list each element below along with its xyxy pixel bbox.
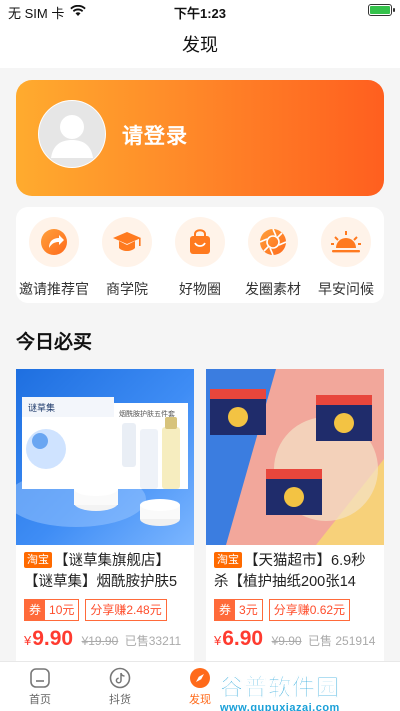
coupon-value: 10元 [49, 603, 75, 617]
feature-grid: 邀请推荐官 商学院 好物圈 发圈素材 早安问候 [16, 207, 384, 303]
feature-morning-greeting[interactable]: 早安问候 [308, 217, 384, 299]
original-price: ¥9.90 [271, 634, 302, 648]
price: ¥9.90 [24, 627, 73, 650]
tab-label: 抖货 [109, 694, 131, 706]
source-badge: 淘宝 [214, 552, 242, 568]
watermark-url: www.gupuxiazai.com [220, 702, 340, 711]
sold-count: 已售33211 [124, 634, 182, 648]
status-time: 下午1:23 [173, 6, 227, 21]
battery-icon [368, 4, 395, 16]
home-icon [30, 668, 50, 688]
feature-materials[interactable]: 发圈素材 [235, 217, 311, 299]
compass-icon [190, 668, 210, 688]
feature-label: 好物圈 [179, 281, 221, 297]
feature-invite[interactable]: 邀请推荐官 [16, 217, 92, 299]
price: ¥6.90 [214, 627, 263, 650]
coupon-badge[interactable]: 券 10元 [24, 599, 80, 621]
shopping-bag-icon [175, 217, 225, 267]
section-title: 今日必买 [16, 332, 93, 353]
coupon-label: 券 [215, 600, 236, 620]
feature-academy[interactable]: 商学院 [89, 217, 165, 299]
login-card[interactable]: 请登录 [16, 80, 384, 196]
product-card[interactable]: 谜草集 烟酰胺护肤五件套 淘宝 【谜草集旗舰店】【谜草集】烟酰胺护肤5 券 10元… [16, 369, 194, 669]
watermark: 谷普软件园 www.gupuxiazai.com [220, 668, 398, 711]
tab-label: 首页 [29, 694, 51, 706]
tab-home[interactable]: 首页 [0, 667, 80, 707]
price-value: 9.90 [32, 627, 74, 650]
feature-label: 发圈素材 [245, 281, 301, 297]
source-badge: 淘宝 [24, 552, 52, 568]
share-earn-badge[interactable]: 分享赚0.62元 [268, 599, 351, 621]
coupon-value: 3元 [239, 603, 258, 617]
login-prompt[interactable]: 请登录 [122, 120, 188, 150]
price-value: 6.90 [222, 627, 264, 650]
sunrise-icon [321, 217, 371, 267]
original-price: ¥19.90 [81, 634, 119, 648]
avatar[interactable] [38, 100, 106, 168]
sold-count: 已售 251914 [308, 634, 376, 648]
watermark-text: 谷普软件园 [220, 674, 340, 701]
tissue-pack-image [206, 369, 384, 545]
image-brand-text: 谜草集 [28, 402, 55, 414]
tab-label: 发现 [189, 694, 211, 706]
user-placeholder-icon [39, 101, 105, 167]
product-title[interactable]: 淘宝 【天猫超市】6.9秒杀【植护抽纸200张14 [214, 551, 376, 593]
feature-label: 早安问候 [318, 281, 374, 297]
coupon-label: 券 [25, 600, 46, 620]
feature-label: 邀请推荐官 [19, 281, 89, 297]
skincare-set-image: 谜草集 烟酰胺护肤五件套 [16, 397, 188, 527]
graduation-cap-icon [102, 217, 152, 267]
image-box-text: 烟酰胺护肤五件套 [119, 409, 175, 418]
tiktok-icon [109, 667, 131, 689]
battery-level [370, 6, 390, 14]
product-image[interactable] [206, 369, 384, 545]
coupon-badge[interactable]: 券 3元 [214, 599, 263, 621]
currency-symbol: ¥ [24, 633, 32, 648]
share-arrow-icon [29, 217, 79, 267]
feature-goods-circle[interactable]: 好物圈 [162, 217, 238, 299]
share-earn-badge[interactable]: 分享赚2.48元 [85, 599, 167, 621]
tab-douhuo[interactable]: 抖货 [80, 667, 160, 707]
feature-label: 商学院 [106, 281, 148, 297]
status-bar: 无 SIM 卡 下午1:23 [0, 0, 400, 22]
aperture-icon [248, 217, 298, 267]
page-title: 发现 [0, 22, 400, 68]
currency-symbol: ¥ [214, 633, 222, 648]
product-title[interactable]: 淘宝 【谜草集旗舰店】【谜草集】烟酰胺护肤5 [24, 551, 186, 593]
product-card[interactable]: 淘宝 【天猫超市】6.9秒杀【植护抽纸200张14 券 3元 分享赚0.62元 ¥… [206, 369, 384, 669]
product-image[interactable]: 谜草集 烟酰胺护肤五件套 [16, 369, 194, 545]
